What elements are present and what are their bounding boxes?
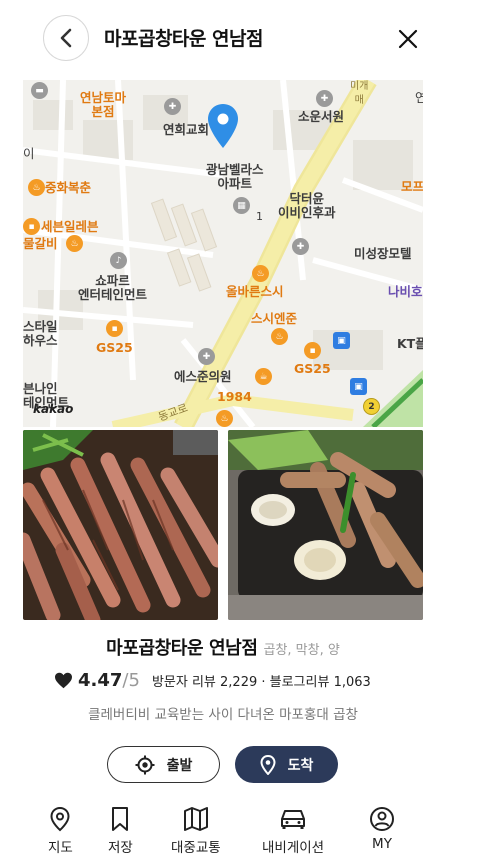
location-pin-icon	[260, 754, 276, 775]
convenience-marker-icon: ▪	[106, 320, 123, 337]
restaurant-marker-icon: ♨	[28, 179, 45, 196]
poi-seven[interactable]: 세븐일레븐	[41, 220, 99, 234]
bus-stop-icon[interactable]: ▣	[333, 332, 350, 349]
review-counts[interactable]: 방문자 리뷰 2,229 · 블로그리뷰 1,063	[152, 671, 371, 690]
place-title-row: 마포곱창타운 연남점 곱창, 막창, 양	[0, 634, 446, 660]
start-button-label: 출발	[166, 757, 193, 774]
poi-gwangnam[interactable]: 광남벨라스 아파트	[206, 163, 264, 191]
rating-max: /5	[122, 669, 140, 691]
nav-map-label: 지도	[48, 840, 73, 856]
poi-junghwa[interactable]: 중화복춘	[45, 181, 91, 195]
nav-transit-label: 대중교통	[171, 840, 221, 856]
convenience-marker-icon: ▪	[304, 342, 321, 359]
poi-edge-label: 연	[415, 90, 423, 105]
poi-dr-yoon[interactable]: 닥터윤 이비인후과	[278, 192, 336, 220]
poi-label: 스타일 하우스	[23, 319, 58, 348]
poi-1984[interactable]: 1984	[217, 390, 252, 404]
nav-transit[interactable]: 대중교통	[171, 806, 221, 856]
map-number-label: 1	[256, 210, 263, 223]
car-icon	[281, 810, 306, 829]
nav-map[interactable]: 지도	[48, 806, 73, 856]
poi-label: 광남벨라스 아파트	[206, 162, 264, 191]
music-marker-icon: ♪	[110, 252, 127, 269]
hotel-marker-icon: ▬	[31, 82, 48, 99]
poi-yeonnam-toma[interactable]: 연남토마 본점	[80, 91, 126, 119]
bottom-nav: 지도 저장 대중교통 내비게이션 MY	[0, 800, 497, 867]
map-attribution: kakao	[33, 402, 74, 416]
user-icon	[370, 807, 394, 831]
poi-edge-label: 이	[23, 146, 35, 161]
map-view[interactable]: ▬ ✚ ✚ ▦ ♨ ▪ ♨ ✚ ✚ ♪ ♨ ▪ ♨ ▪ ▣ ✚ ☕ ▣ ♨ 2 …	[23, 80, 423, 427]
arrive-button[interactable]: 도착	[235, 746, 338, 783]
nav-my[interactable]: MY	[369, 806, 395, 852]
restaurant-marker-icon: ♨	[252, 265, 269, 282]
poi-esjun[interactable]: 에스준의원	[174, 370, 232, 384]
poi-olbareun[interactable]: 올바른스시	[226, 285, 284, 299]
church-marker-icon: ✚	[164, 98, 181, 115]
chevron-left-icon	[60, 28, 72, 48]
nav-my-label: MY	[372, 836, 392, 852]
close-icon	[398, 29, 418, 49]
heart-icon	[55, 672, 72, 688]
folded-map-icon	[183, 807, 208, 831]
poi-kt[interactable]: KT플	[397, 337, 423, 351]
poi-style-house[interactable]: 스타일 하우스	[23, 320, 58, 348]
poi-show-party[interactable]: 쇼파르 엔터테인먼트	[78, 274, 147, 302]
poi-yeonhui-church[interactable]: 연희교회	[163, 123, 209, 137]
hospital-marker-icon: ✚	[198, 348, 215, 365]
food-photo[interactable]	[228, 430, 423, 620]
restaurant-marker-icon: ♨	[271, 328, 288, 345]
place-description: 클레버티비 교육받는 사이 다녀온 마포홍대 곱창	[88, 707, 358, 723]
nav-navigation[interactable]: 내비게이션	[262, 806, 324, 856]
place-name[interactable]: 마포곱창타운 연남점	[106, 638, 258, 659]
grill-with-onions-photo	[228, 430, 423, 620]
nav-navigation-label: 내비게이션	[262, 840, 325, 856]
poi-gs25-b[interactable]: GS25	[294, 362, 331, 376]
restaurant-marker-icon: ♨	[216, 410, 233, 427]
poi-mo[interactable]: 모프	[401, 180, 423, 194]
poi-sushi-enjun[interactable]: 스시엔준	[251, 312, 297, 326]
location-pin-icon	[208, 104, 238, 148]
church-marker-icon: ✚	[316, 90, 333, 107]
header: 마포곱창타운 연남점	[0, 0, 497, 76]
poi-label: 닥터윤 이비인후과	[278, 191, 336, 220]
food-photo[interactable]	[23, 430, 218, 620]
rating-row: 4.47/5 방문자 리뷰 2,229 · 블로그리뷰 1,063	[54, 668, 371, 692]
poi-label: 연남토마 본점	[80, 90, 127, 119]
grilled-intestines-photo	[23, 430, 218, 620]
nav-save[interactable]: 저장	[108, 806, 133, 856]
start-button[interactable]: 출발	[107, 746, 220, 783]
apartment-marker-icon: ▦	[233, 197, 250, 214]
arrive-button-label: 도착	[287, 757, 314, 774]
convenience-marker-icon: ▪	[23, 218, 40, 235]
poi-soun[interactable]: 소운서원	[298, 110, 344, 124]
back-button[interactable]	[43, 15, 89, 61]
poi-galbi[interactable]: 물갈비	[23, 237, 58, 251]
place-category: 곱창, 막창, 양	[263, 643, 340, 658]
cafe-marker-icon: ☕	[255, 368, 272, 385]
bookmark-icon	[112, 807, 129, 831]
hospital-marker-icon: ✚	[292, 238, 309, 255]
map-pin-icon	[50, 806, 70, 832]
route-number-label: 2	[368, 401, 375, 412]
restaurant-marker-icon: ♨	[66, 235, 83, 252]
rating-score: 4.47	[78, 669, 123, 691]
page-title: 마포곱창타운 연남점	[104, 28, 263, 50]
poi-label: 쇼파르 엔터테인먼트	[78, 273, 148, 302]
close-button[interactable]	[393, 24, 423, 54]
bus-stop-icon[interactable]: ▣	[350, 378, 367, 395]
crosshair-icon	[135, 755, 155, 775]
poi-gs25-a[interactable]: GS25	[96, 341, 133, 355]
route-number-badge: 2	[363, 398, 380, 415]
nav-save-label: 저장	[108, 840, 133, 856]
road-label-top: 미개 매	[350, 81, 369, 106]
poi-nabiho[interactable]: 나비호	[388, 285, 423, 299]
poi-misung[interactable]: 미성장모텔	[354, 247, 412, 261]
